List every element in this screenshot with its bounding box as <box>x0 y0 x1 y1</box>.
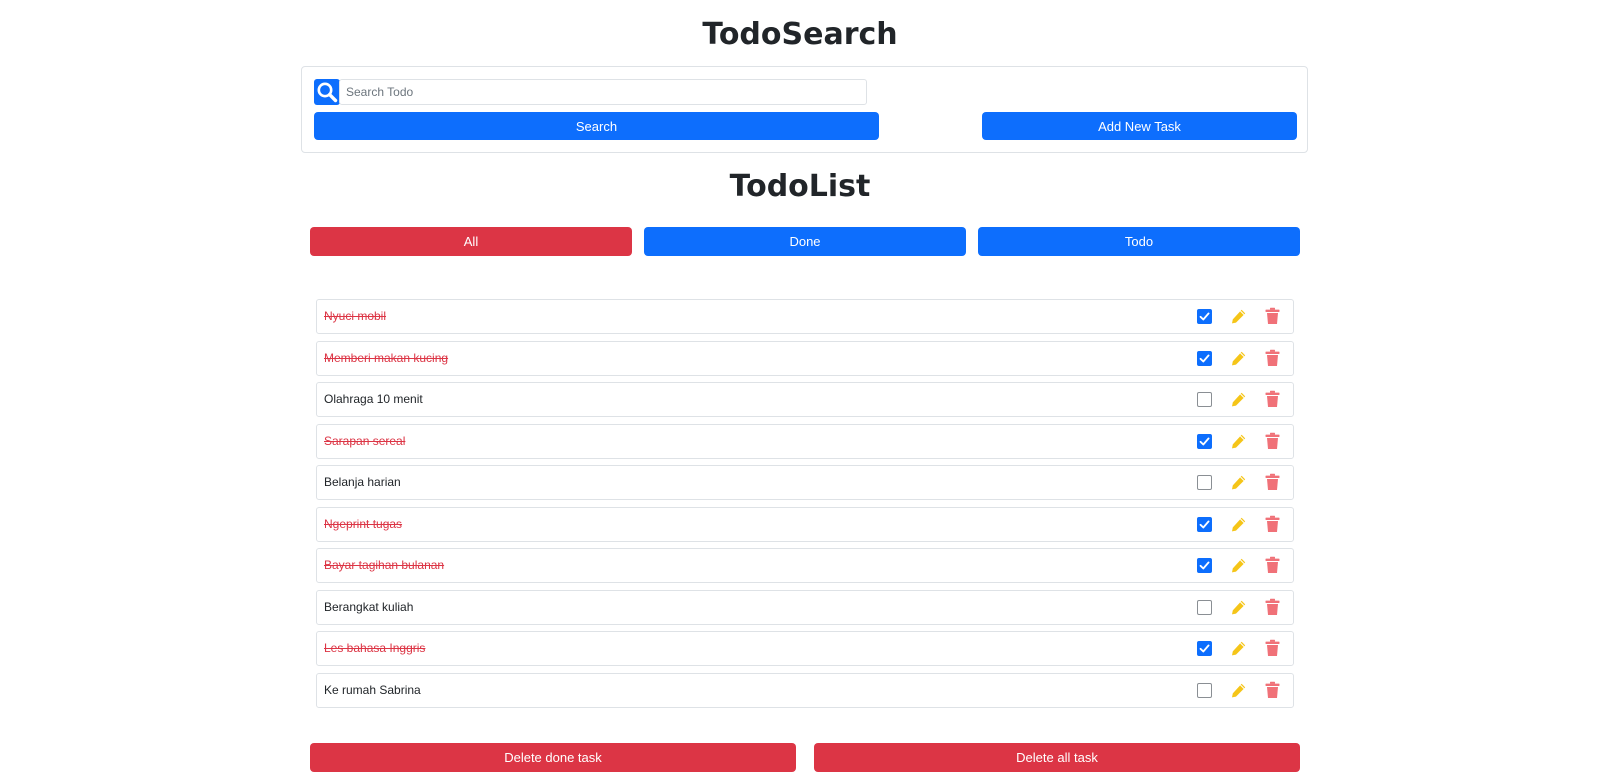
search-input[interactable] <box>339 79 867 105</box>
todo-text: Sarapan sereal <box>324 433 406 448</box>
todo-list: Nyuci mobil Memberi makan kucing Olahraga … <box>316 299 1294 714</box>
pencil-icon[interactable] <box>1230 682 1247 699</box>
pencil-icon[interactable] <box>1230 391 1247 408</box>
trash-icon[interactable] <box>1264 349 1281 367</box>
page-title: TodoSearch <box>702 17 898 52</box>
delete-all-task-button[interactable]: Delete all task <box>814 743 1300 772</box>
pencil-icon[interactable] <box>1230 350 1247 367</box>
todo-item: Berangkat kuliah <box>316 589 1294 625</box>
todo-checkbox[interactable] <box>1197 516 1212 532</box>
pencil-icon[interactable] <box>1230 308 1247 325</box>
trash-icon[interactable] <box>1264 515 1281 533</box>
todo-checkbox[interactable] <box>1197 392 1212 407</box>
pencil-icon[interactable] <box>1230 474 1247 491</box>
todo-text: Bayar tagihan bulanan <box>324 558 445 572</box>
list-title: TodoList <box>729 169 871 204</box>
search-button[interactable]: Search <box>314 112 879 140</box>
pencil-icon[interactable] <box>1230 599 1247 616</box>
trash-icon[interactable] <box>1264 390 1281 408</box>
todo-item: Nyuci mobil <box>316 299 1294 334</box>
todo-checkbox[interactable] <box>1197 309 1212 324</box>
todo-checkbox[interactable] <box>1197 433 1212 449</box>
trash-icon[interactable] <box>1264 307 1281 325</box>
todo-text: Les bahasa Inggris <box>324 641 426 655</box>
todo-checkbox[interactable] <box>1197 641 1212 656</box>
trash-icon[interactable] <box>1264 473 1281 491</box>
filter-all-button[interactable]: All <box>310 227 632 256</box>
todo-checkbox[interactable] <box>1197 682 1212 698</box>
pencil-icon[interactable] <box>1230 640 1247 657</box>
pencil-icon[interactable] <box>1230 433 1247 450</box>
pencil-icon[interactable] <box>1230 516 1247 533</box>
todo-text: Ke rumah Sabrina <box>324 682 421 697</box>
todo-item: Les bahasa Inggris <box>316 631 1294 666</box>
todo-text: Ngeprint tugas <box>324 516 403 531</box>
todo-text: Memberi makan kucing <box>324 350 449 365</box>
todo-text: Belanja harian <box>324 475 401 489</box>
trash-icon[interactable] <box>1264 432 1281 450</box>
todo-checkbox[interactable] <box>1197 558 1212 573</box>
todo-item: Sarapan sereal <box>316 423 1294 459</box>
trash-icon[interactable] <box>1264 681 1281 699</box>
todo-item: Memberi makan kucing <box>316 340 1294 376</box>
trash-icon[interactable] <box>1264 598 1281 616</box>
todo-item: Olahraga 10 menit <box>316 382 1294 417</box>
todo-checkbox[interactable] <box>1197 350 1212 366</box>
todo-checkbox[interactable] <box>1197 599 1212 615</box>
filter-done-button[interactable]: Done <box>644 227 966 256</box>
trash-icon[interactable] <box>1264 639 1281 657</box>
search-panel: Search Add New Task <box>301 66 1308 153</box>
todo-item: Ke rumah Sabrina <box>316 672 1294 708</box>
todo-text: Berangkat kuliah <box>324 599 414 614</box>
todo-item: Bayar tagihan bulanan <box>316 548 1294 583</box>
todo-item: Ngeprint tugas <box>316 506 1294 542</box>
filter-todo-button[interactable]: Todo <box>978 227 1300 256</box>
trash-icon[interactable] <box>1264 556 1281 574</box>
pencil-icon[interactable] <box>1230 557 1247 574</box>
search-icon <box>314 79 340 105</box>
todo-checkbox[interactable] <box>1197 475 1212 490</box>
todo-item: Belanja harian <box>316 465 1294 500</box>
todo-text: Nyuci mobil <box>324 309 387 323</box>
add-new-task-button[interactable]: Add New Task <box>982 112 1297 140</box>
todo-text: Olahraga 10 menit <box>324 392 423 406</box>
delete-done-task-button[interactable]: Delete done task <box>310 743 796 772</box>
